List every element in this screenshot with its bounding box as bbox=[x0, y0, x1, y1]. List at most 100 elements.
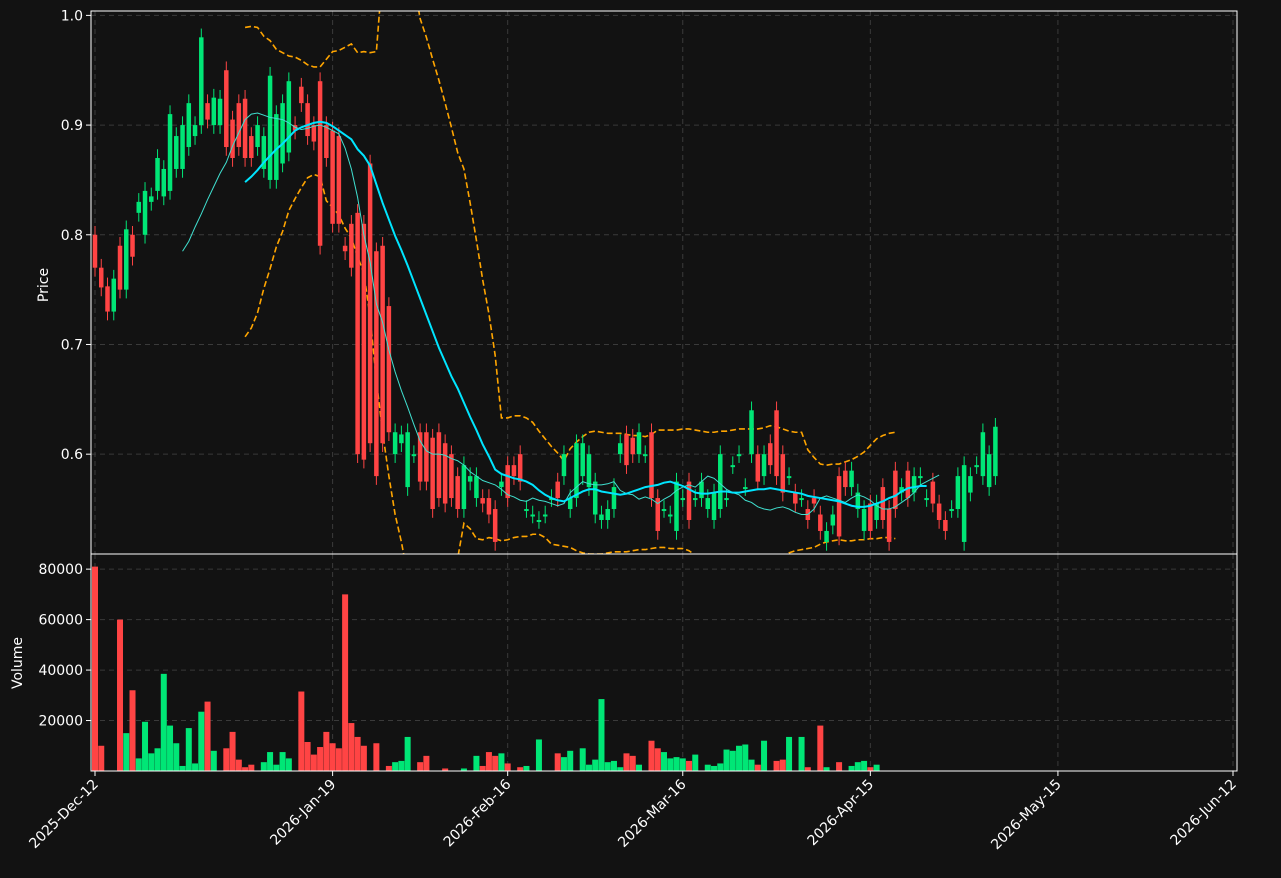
candle-body bbox=[811, 498, 817, 504]
candle-body bbox=[467, 476, 473, 482]
price-panel-background bbox=[91, 11, 1237, 554]
candle-body bbox=[105, 286, 110, 312]
candle-body bbox=[192, 125, 198, 137]
volume-bar bbox=[135, 758, 142, 771]
candle-body bbox=[799, 498, 804, 501]
candle-body bbox=[167, 114, 173, 191]
candle-body bbox=[849, 470, 854, 488]
candle-body bbox=[361, 223, 367, 460]
candle-body bbox=[517, 454, 523, 482]
candle-body bbox=[436, 432, 442, 499]
volume-bar bbox=[667, 758, 674, 771]
candle-body bbox=[642, 454, 648, 457]
volume-bar bbox=[704, 764, 711, 771]
candle-body bbox=[349, 223, 354, 268]
volume-bar bbox=[473, 755, 480, 771]
volume-bar bbox=[861, 760, 868, 771]
price-axis-label: Price bbox=[36, 268, 52, 302]
candle-body bbox=[99, 267, 104, 288]
volume-bar bbox=[323, 731, 330, 771]
candle-body bbox=[174, 136, 179, 169]
volume-bar bbox=[648, 740, 655, 771]
volume-bar bbox=[310, 754, 317, 771]
candle-body bbox=[661, 509, 667, 512]
volume-bar bbox=[554, 753, 561, 771]
candle-body bbox=[442, 443, 448, 504]
candle-body bbox=[230, 119, 235, 158]
price-tick-label: 0.8 bbox=[61, 228, 83, 244]
candle-body bbox=[605, 509, 610, 520]
volume-bar bbox=[398, 760, 405, 771]
candle-body bbox=[305, 103, 310, 137]
volume-bar bbox=[273, 764, 280, 771]
candle-body bbox=[624, 434, 629, 466]
volume-bar bbox=[754, 764, 761, 771]
candle-body bbox=[405, 432, 410, 488]
candle-body bbox=[936, 503, 942, 520]
candle-body bbox=[580, 443, 585, 477]
candle-body bbox=[449, 454, 454, 499]
volume-bar bbox=[598, 699, 605, 771]
volume-bar bbox=[654, 748, 661, 771]
volume-bar bbox=[98, 745, 105, 771]
candle-body bbox=[768, 443, 773, 466]
candle-body bbox=[311, 125, 317, 142]
volume-bar bbox=[585, 764, 592, 771]
candle-body bbox=[943, 519, 948, 531]
candle-body bbox=[718, 454, 723, 510]
candle-body bbox=[755, 454, 761, 482]
candle-body bbox=[861, 509, 867, 531]
volume-bar bbox=[479, 765, 486, 771]
volume-bar bbox=[373, 743, 380, 771]
volume-bar bbox=[779, 759, 786, 771]
candle-body bbox=[336, 136, 342, 224]
candle-body bbox=[367, 163, 373, 444]
price-tick-label: 0.6 bbox=[61, 447, 83, 463]
candle-body bbox=[836, 476, 842, 537]
candle-body bbox=[249, 136, 254, 158]
candle-body bbox=[511, 465, 517, 477]
volume-bar bbox=[873, 764, 880, 771]
candle-body bbox=[324, 125, 329, 158]
price-tick-label: 0.7 bbox=[61, 337, 83, 353]
candle-body bbox=[555, 481, 560, 499]
candle-body bbox=[217, 98, 223, 126]
candle-body bbox=[342, 245, 348, 252]
volume-bar bbox=[298, 691, 305, 771]
candle-body bbox=[843, 470, 848, 488]
volume-bar bbox=[798, 736, 805, 771]
volume-bar bbox=[742, 744, 749, 771]
candle-body bbox=[461, 465, 467, 510]
candle-body bbox=[993, 426, 998, 477]
volume-bar bbox=[567, 750, 574, 771]
volume-bar bbox=[717, 763, 724, 771]
volume-bar bbox=[823, 767, 830, 771]
price-tick-label: 1.0 bbox=[61, 8, 83, 24]
volume-bar bbox=[592, 759, 599, 771]
candle-body bbox=[280, 103, 285, 164]
volume-bar bbox=[423, 755, 430, 771]
candle-body bbox=[868, 503, 873, 531]
volume-bar bbox=[173, 743, 180, 771]
volume-tick-label: 60000 bbox=[38, 613, 83, 629]
candle-body bbox=[211, 97, 217, 126]
candle-body bbox=[111, 278, 117, 312]
volume-bar bbox=[610, 760, 617, 771]
volume-bar bbox=[629, 755, 636, 771]
candle-body bbox=[955, 476, 961, 510]
volume-bar bbox=[617, 767, 624, 771]
candle-body bbox=[267, 75, 273, 180]
volume-bar bbox=[417, 762, 424, 771]
candle-body bbox=[536, 519, 542, 522]
candle-body bbox=[161, 168, 167, 197]
candle-body bbox=[818, 514, 823, 531]
volume-bar bbox=[248, 764, 255, 771]
candle-body bbox=[92, 234, 98, 268]
volume-bar bbox=[123, 733, 130, 771]
candle-body bbox=[236, 103, 242, 148]
volume-bar bbox=[836, 762, 843, 771]
volume-bar bbox=[679, 758, 686, 771]
candle-body bbox=[430, 437, 435, 510]
volume-bar bbox=[660, 752, 668, 771]
volume-bar bbox=[804, 767, 811, 771]
